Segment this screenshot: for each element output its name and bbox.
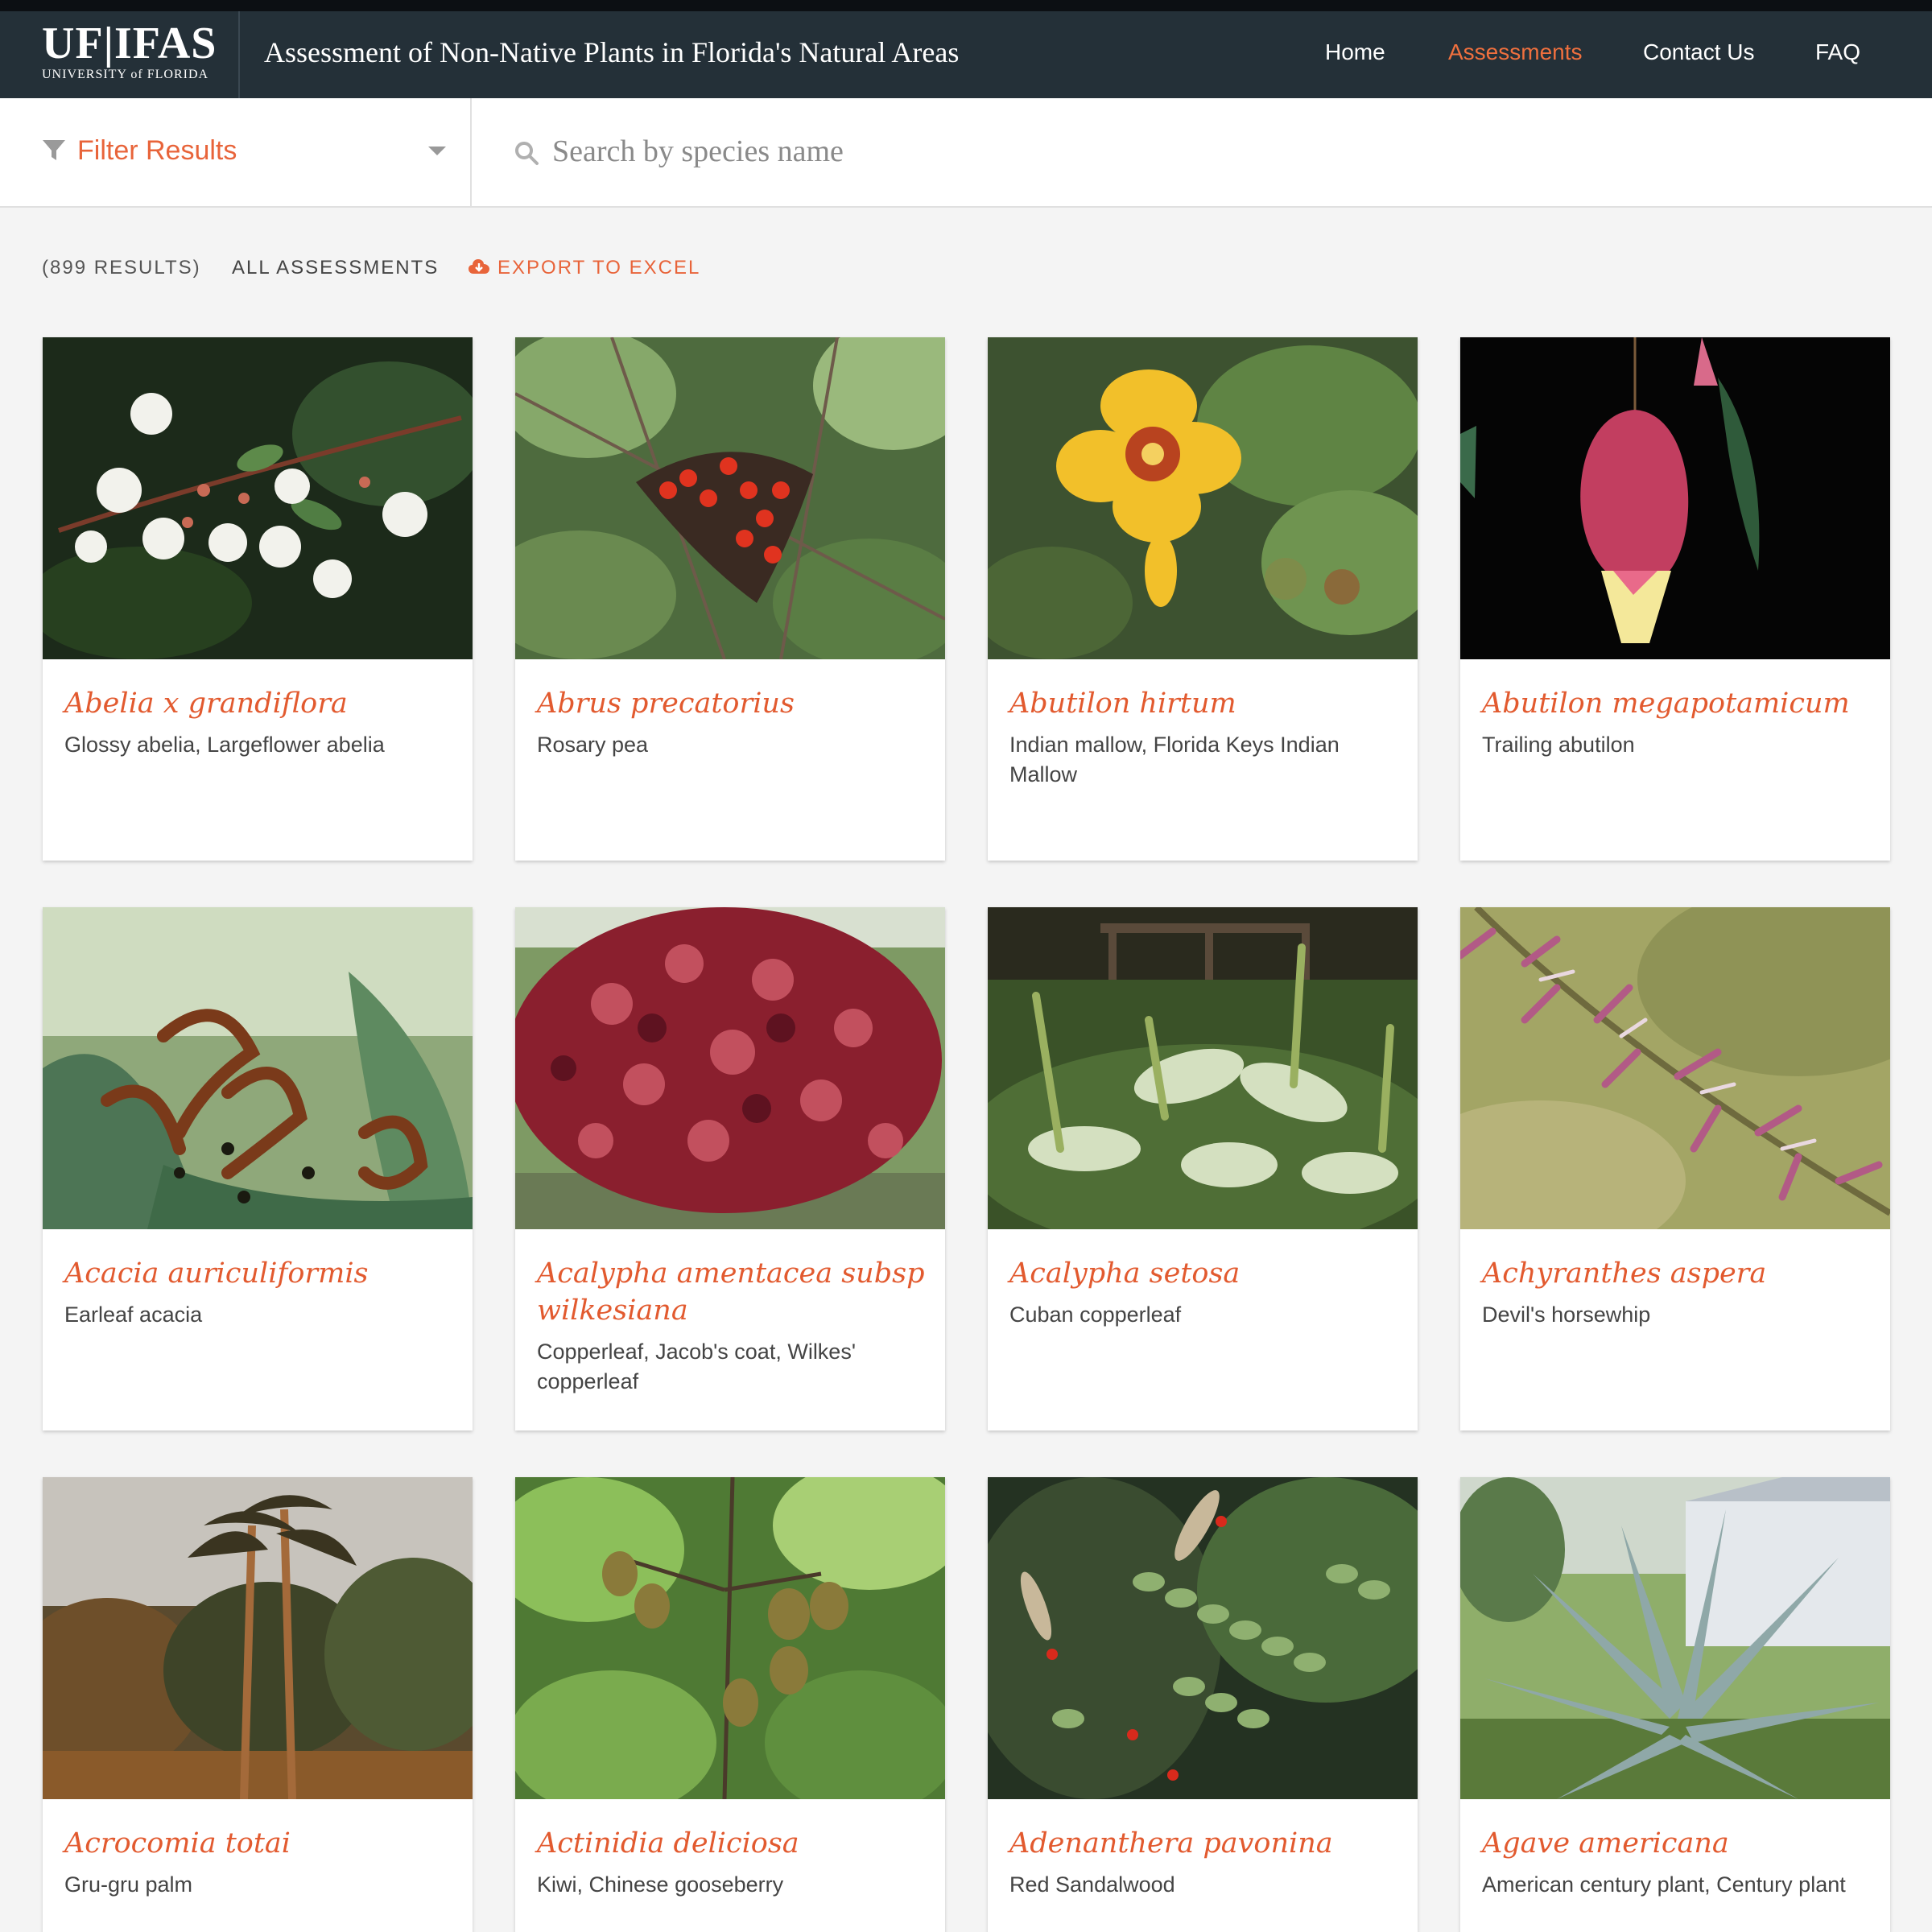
species-scientific-name: Abrus precatorius (537, 687, 795, 720)
species-common-name: Earleaf acacia (64, 1302, 203, 1327)
filter-search-bar: Filter Results (0, 98, 1932, 208)
filter-results-label: Filter Results (77, 135, 237, 166)
logo-subtitle: UNIVERSITY of FLORIDA (42, 68, 209, 81)
species-common-name: Devil's horsewhip (1482, 1302, 1651, 1327)
species-scientific-name: Abutilon megapotamicum (1482, 687, 1850, 720)
top-strip (0, 0, 1932, 11)
species-scientific-name: Acalypha setosa (1009, 1257, 1241, 1290)
species-photo (515, 337, 945, 659)
filter-results-toggle[interactable]: Filter Results (0, 98, 472, 206)
species-common-name: Indian mallow, Florida Keys Indian Mallo… (1009, 733, 1340, 786)
species-card[interactable]: Actinidia deliciosa Kiwi, Chinese gooseb… (515, 1477, 945, 1932)
species-card[interactable]: Abrus precatorius Rosary pea (515, 337, 945, 861)
species-photo (515, 907, 945, 1229)
species-photo (1460, 907, 1890, 1229)
species-scientific-name: Adenanthera pavonina (1009, 1827, 1333, 1860)
site-header: UF|IFAS UNIVERSITY of FLORIDA Assessment… (0, 11, 1932, 98)
species-common-name: Copperleaf, Jacob's coat, Wilkes' copper… (537, 1340, 856, 1393)
all-assessments-link[interactable]: ALL ASSESSMENTS (232, 254, 439, 282)
species-card[interactable]: Adenanthera pavonina Red Sandalwood (988, 1477, 1418, 1932)
species-scientific-name: Acacia auriculiformis (64, 1257, 369, 1290)
species-card[interactable]: Achyranthes aspera Devil's horsewhip (1460, 907, 1890, 1430)
site-title: Assessment of Non-Native Plants in Flori… (264, 36, 960, 68)
species-scientific-name: Acrocomia totai (64, 1827, 291, 1860)
species-photo (515, 1477, 945, 1799)
species-scientific-name: Achyranthes aspera (1482, 1257, 1767, 1290)
species-card[interactable]: Acalypha setosa Cuban copperleaf (988, 907, 1418, 1430)
species-common-name: Glossy abelia, Largeflower abelia (64, 733, 385, 757)
species-card[interactable]: Acalypha amentacea subsp wilkesiana Copp… (515, 907, 945, 1430)
species-photo (43, 907, 473, 1229)
nav-contact-us[interactable]: Contact Us (1643, 32, 1755, 72)
species-photo (1460, 1477, 1890, 1799)
species-common-name: Kiwi, Chinese gooseberry (537, 1872, 784, 1897)
species-scientific-name: Acalypha amentacea subsp wilkesiana (537, 1257, 925, 1327)
species-card[interactable]: Acrocomia totai Gru-gru palm (43, 1477, 473, 1932)
species-common-name: American century plant, Century plant (1482, 1872, 1846, 1897)
header-divider (238, 11, 240, 98)
species-common-name: Rosary pea (537, 733, 649, 757)
logo-wordmark: UF|IFAS (42, 19, 217, 68)
species-photo (988, 907, 1418, 1229)
species-photo (988, 1477, 1418, 1799)
uf-ifas-logo[interactable]: UF|IFAS UNIVERSITY of FLORIDA (42, 19, 235, 92)
species-card[interactable]: Acacia auriculiformis Earleaf acacia (43, 907, 473, 1430)
species-common-name: Gru-gru palm (64, 1872, 193, 1897)
export-label: EXPORT TO EXCEL (497, 257, 701, 279)
nav-faq[interactable]: FAQ (1815, 32, 1860, 72)
species-card[interactable]: Abutilon hirtum Indian mallow, Florida K… (988, 337, 1418, 861)
species-photo (1460, 337, 1890, 659)
nav-assessments[interactable]: Assessments (1448, 32, 1583, 72)
species-card[interactable]: Abelia x grandiflora Glossy abelia, Larg… (43, 337, 473, 861)
species-scientific-name: Actinidia deliciosa (537, 1827, 799, 1860)
species-scientific-name: Abutilon hirtum (1009, 687, 1236, 720)
species-photo (988, 337, 1418, 659)
funnel-icon (43, 140, 65, 160)
species-search-input[interactable] (552, 127, 1518, 175)
species-common-name: Cuban copperleaf (1009, 1302, 1182, 1327)
nav-home[interactable]: Home (1325, 32, 1385, 72)
species-scientific-name: Abelia x grandiflora (64, 687, 348, 720)
species-common-name: Trailing abutilon (1482, 733, 1635, 757)
search-icon (515, 142, 539, 165)
species-photo (43, 337, 473, 659)
chevron-down-icon (428, 147, 446, 155)
result-count: (899 RESULTS) (42, 257, 201, 279)
species-common-name: Red Sandalwood (1009, 1872, 1175, 1897)
cloud-download-icon (469, 259, 489, 274)
species-card[interactable]: Agave americana American century plant, … (1460, 1477, 1890, 1932)
species-photo (43, 1477, 473, 1799)
species-card[interactable]: Abutilon megapotamicum Trailing abutilon (1460, 337, 1890, 861)
species-scientific-name: Agave americana (1482, 1827, 1729, 1860)
export-to-excel-button[interactable]: EXPORT TO EXCEL (469, 254, 700, 282)
